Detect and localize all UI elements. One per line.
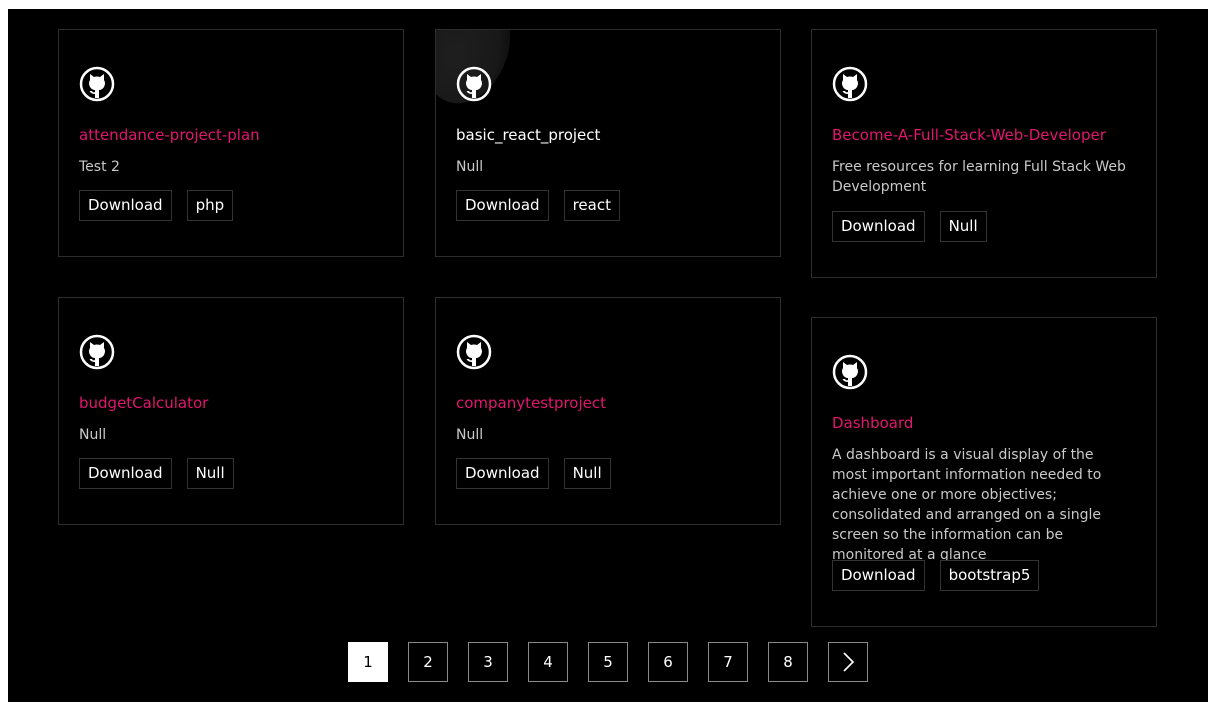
repo-card: Dashboard A dashboard is a visual displa…: [811, 317, 1157, 627]
github-icon: [832, 354, 868, 390]
page-button-8[interactable]: 8: [768, 642, 808, 682]
repo-card: Become-A-Full-Stack-Web-Developer Free r…: [811, 29, 1157, 278]
download-button[interactable]: Download: [832, 560, 925, 591]
repo-description: Null: [456, 159, 484, 175]
download-button[interactable]: Download: [832, 211, 925, 242]
repo-title-link[interactable]: attendance-project-plan: [79, 126, 260, 144]
repo-title-link[interactable]: companytestproject: [456, 394, 606, 412]
language-tag[interactable]: Null: [563, 458, 611, 489]
download-button[interactable]: Download: [79, 458, 172, 489]
repo-grid-panel: attendance-project-plan Test 2 Download …: [8, 9, 1208, 702]
repo-card: basic_react_project Null Download react: [435, 29, 781, 257]
language-tag[interactable]: Null: [186, 458, 234, 489]
chevron-right-icon: [843, 652, 855, 672]
github-icon: [79, 334, 115, 370]
repo-description: Test 2: [79, 159, 120, 175]
language-tag[interactable]: bootstrap5: [939, 560, 1040, 591]
github-icon: [456, 334, 492, 370]
page-button-3[interactable]: 3: [468, 642, 508, 682]
repo-title-link[interactable]: Become-A-Full-Stack-Web-Developer: [832, 126, 1106, 144]
page-button-6[interactable]: 6: [648, 642, 688, 682]
pagination: 1 2 3 4 5 6 7 8: [348, 642, 868, 682]
repo-title-link[interactable]: basic_react_project: [456, 126, 600, 144]
repo-description: Null: [456, 427, 484, 443]
download-button[interactable]: Download: [456, 458, 549, 489]
repo-description: A dashboard is a visual display of the m…: [832, 447, 1102, 563]
page-button-7[interactable]: 7: [708, 642, 748, 682]
repo-card: attendance-project-plan Test 2 Download …: [58, 29, 404, 257]
language-tag[interactable]: Null: [939, 211, 987, 242]
repo-title-link[interactable]: budgetCalculator: [79, 394, 208, 412]
language-tag[interactable]: react: [563, 190, 620, 221]
repo-description: Free resources for learning Full Stack W…: [832, 159, 1126, 195]
github-icon: [832, 66, 868, 102]
page-button-4[interactable]: 4: [528, 642, 568, 682]
next-page-button[interactable]: [828, 642, 868, 682]
repo-card: budgetCalculator Null Download Null: [58, 297, 404, 525]
repo-description: Null: [79, 427, 107, 443]
page-button-1[interactable]: 1: [348, 642, 388, 682]
repo-card: companytestproject Null Download Null: [435, 297, 781, 525]
language-tag[interactable]: php: [186, 190, 234, 221]
repo-title-link[interactable]: Dashboard: [832, 414, 913, 432]
download-button[interactable]: Download: [79, 190, 172, 221]
page-button-5[interactable]: 5: [588, 642, 628, 682]
github-icon: [456, 66, 492, 102]
download-button[interactable]: Download: [456, 190, 549, 221]
page-button-2[interactable]: 2: [408, 642, 448, 682]
github-icon: [79, 66, 115, 102]
